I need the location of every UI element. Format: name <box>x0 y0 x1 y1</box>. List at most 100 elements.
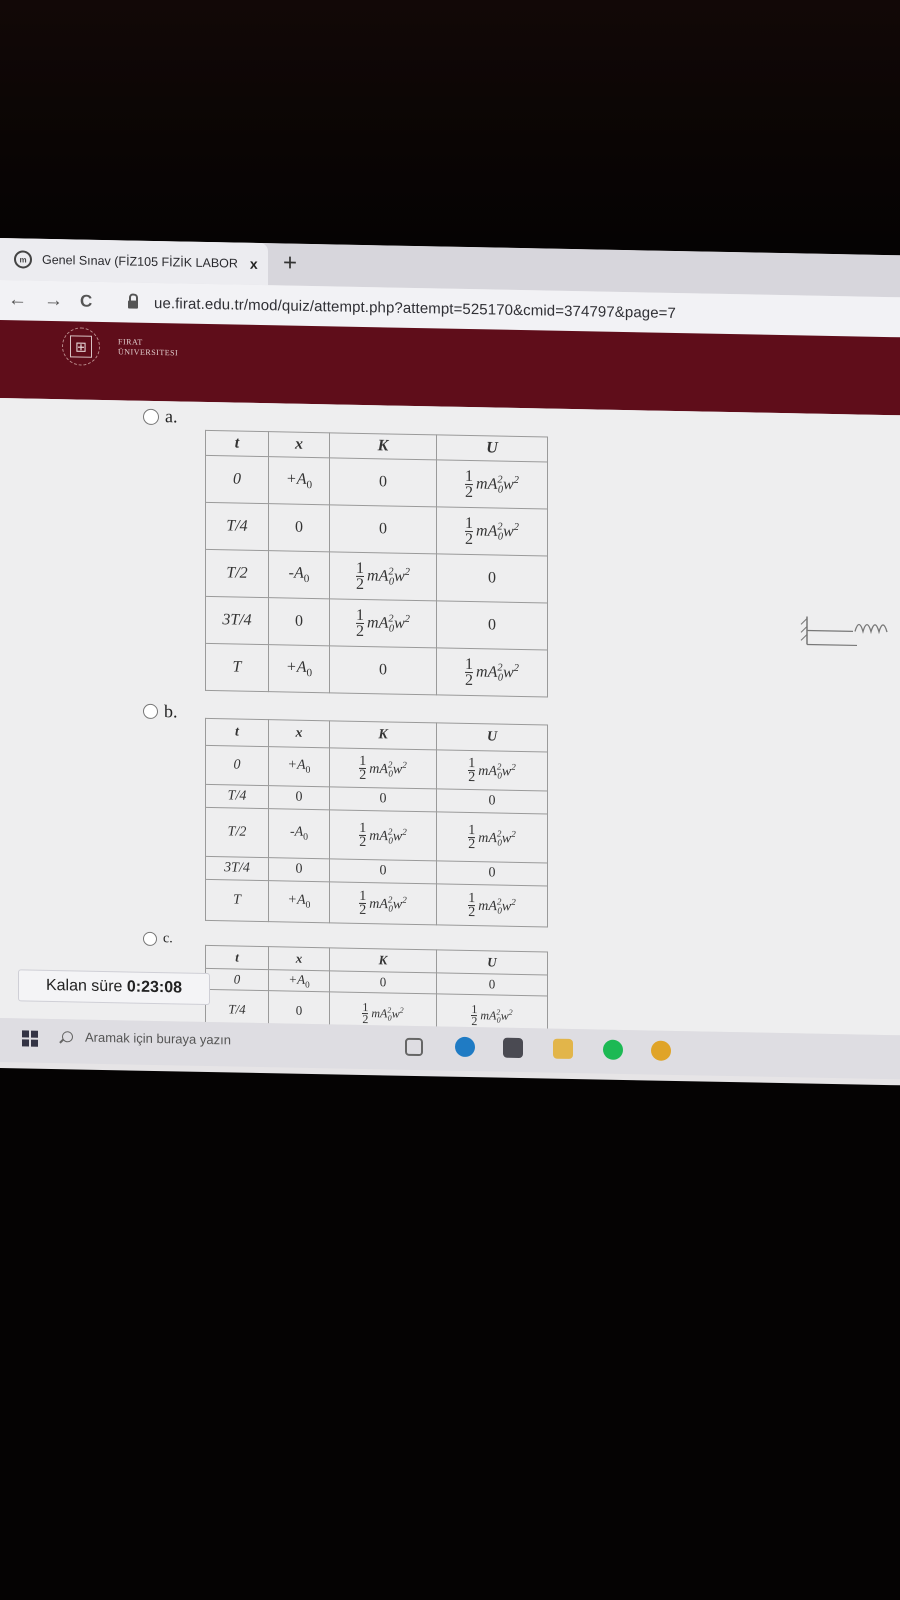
cell-value: 0 <box>379 974 387 990</box>
cell-value: 0 <box>488 976 496 992</box>
fraction-numerator: 1 <box>359 888 367 904</box>
windows-start-icon[interactable] <box>22 1030 38 1047</box>
cell-k: 1 2 mA20w2 <box>329 881 437 925</box>
fraction-numerator: 1 <box>359 820 367 836</box>
cell-value: T <box>232 658 242 676</box>
chrome-icon[interactable] <box>651 1040 671 1061</box>
lock-icon <box>128 300 138 309</box>
position-value: +A0 <box>287 757 311 776</box>
cell-value: 0 <box>488 865 496 881</box>
cell-value: 0 <box>233 971 241 987</box>
cell-value: 0 <box>379 473 387 491</box>
cell-x: +A0 <box>268 456 330 505</box>
cell-value: 0 <box>379 520 387 538</box>
cell-value: T/2 <box>226 564 248 582</box>
fraction: 12 <box>359 753 367 783</box>
half-energy-expression: 1 2 mA20w2 <box>471 1002 513 1029</box>
cell-x: 0 <box>268 857 330 882</box>
fraction-numerator: 1 <box>359 753 367 769</box>
half-energy-expression: 1 2 mA20w2 <box>359 888 407 919</box>
energy-term: mA20w2 <box>478 761 516 781</box>
option-b-radio-group[interactable]: b. <box>143 701 178 723</box>
energy-omega: w <box>501 831 512 847</box>
position-value: -A0 <box>288 564 310 586</box>
energy-omega-power: 2 <box>402 759 407 770</box>
table-row: T/4 0 0 1 2 mA20w2 <box>205 502 548 557</box>
radio-button[interactable] <box>143 703 158 720</box>
forward-arrow-icon[interactable]: → <box>44 290 70 312</box>
edge-browser-icon[interactable] <box>455 1036 475 1058</box>
cell-k: 1 2 mA20w2 <box>329 809 437 861</box>
fraction-numerator: 1 <box>468 755 476 771</box>
cell-u: 1 2 mA20w2 <box>436 459 548 510</box>
cell-u: 1 2 mA20w2 <box>436 506 548 557</box>
cell-x: 0 <box>268 503 330 552</box>
cell-value: T/4 <box>228 1001 246 1017</box>
radio-button[interactable] <box>143 408 159 425</box>
cell-x: 0 <box>268 597 330 646</box>
option-a-radio-group[interactable]: a. <box>143 406 178 428</box>
new-tab-button[interactable]: + <box>283 249 297 277</box>
cell-x: -A0 <box>268 550 330 599</box>
file-explorer-icon[interactable] <box>553 1038 573 1060</box>
reload-icon[interactable]: C <box>80 292 106 312</box>
half-energy-expression: 1 2 mA20w2 <box>465 468 519 502</box>
cell-x: +A0 <box>268 880 330 923</box>
half-energy-expression: 1 2 mA20w2 <box>465 514 519 549</box>
energy-term: mA20w2 <box>369 894 407 914</box>
tab-close-icon[interactable]: x <box>250 256 258 272</box>
fraction: 12 <box>471 1002 478 1028</box>
cell-u: 0 <box>436 600 548 651</box>
fraction-numerator: 1 <box>468 822 476 838</box>
energy-mass-amplitude: mA <box>367 614 389 632</box>
column-header: t <box>205 718 269 747</box>
energy-omega-power: 2 <box>511 761 516 772</box>
fraction-denominator: 2 <box>465 530 474 549</box>
store-icon[interactable] <box>503 1037 523 1059</box>
back-arrow-icon[interactable]: ← <box>8 289 34 311</box>
task-view-icon[interactable] <box>405 1037 423 1057</box>
fraction-numerator: 1 <box>465 514 474 532</box>
column-header: x <box>268 946 330 971</box>
cell-u: 1 2 mA20w2 <box>436 811 548 864</box>
cell-k: 0 <box>329 970 437 994</box>
energy-term: mA20w2 <box>476 662 519 684</box>
cell-value: 0 <box>379 791 387 807</box>
option-c-radio-group[interactable]: c. <box>143 931 173 948</box>
option-label: c. <box>163 931 173 947</box>
half-energy-expression: 1 2 mA20w2 <box>468 822 516 853</box>
cell-value: T/4 <box>227 788 247 804</box>
cell-t: 0 <box>205 968 269 991</box>
energy-omega: w <box>503 663 514 681</box>
energy-omega-power: 2 <box>511 896 516 907</box>
radio-button[interactable] <box>143 931 157 947</box>
energy-omega-power: 2 <box>513 474 519 486</box>
table-row: 3T/4 0 1 2 mA20w2 0 <box>205 596 548 651</box>
energy-omega: w <box>392 761 403 778</box>
column-header: U <box>436 722 548 753</box>
cell-value: 0 <box>379 661 387 679</box>
energy-term: mA20w2 <box>369 826 407 846</box>
cell-t: T/4 <box>205 784 269 809</box>
cell-k: 1 2 mA20w2 <box>329 551 437 601</box>
spotify-icon[interactable] <box>603 1039 623 1060</box>
column-header: K <box>329 720 437 750</box>
energy-mass-amplitude: mA <box>369 761 388 777</box>
browser-tab[interactable]: m Genel Sınav (FİZ105 FİZİK LABOR x <box>0 238 268 286</box>
column-header: x <box>268 719 330 748</box>
fraction-denominator: 2 <box>465 483 474 502</box>
energy-mass-amplitude: mA <box>367 567 389 585</box>
energy-omega-power: 2 <box>513 662 519 674</box>
cell-value: T <box>233 892 241 908</box>
cell-t: 3T/4 <box>205 596 269 645</box>
taskbar-search[interactable]: Aramak için buraya yazın <box>62 1029 231 1047</box>
fraction-denominator: 2 <box>359 902 367 919</box>
option-c-table: t x K U 0 +A0 0 0 T/4 0 1 2 mA20w2 1 2 mA20w2 <box>205 945 548 1036</box>
url-field[interactable]: ue.firat.edu.tr/mod/quiz/attempt.php?att… <box>128 294 676 321</box>
half-energy-expression: 1 2 mA20w2 <box>362 1000 404 1027</box>
energy-omega: w <box>394 567 405 585</box>
energy-omega-power: 2 <box>508 1007 513 1017</box>
energy-mass-amplitude: mA <box>476 522 498 540</box>
fraction-numerator: 1 <box>465 655 474 673</box>
option-label: a. <box>165 406 178 427</box>
